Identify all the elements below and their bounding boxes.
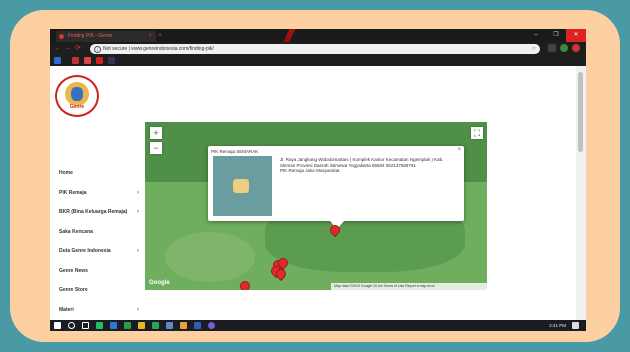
zoom-out-button[interactable]: − bbox=[150, 142, 162, 154]
maximize-button[interactable]: ❐ bbox=[546, 29, 566, 42]
app-icon[interactable] bbox=[208, 322, 215, 329]
tab-bar: Finding PIK - Genre × + – ❐ ✕ bbox=[50, 29, 586, 69]
taskbar-clock[interactable]: 2:41 PM bbox=[549, 320, 566, 331]
map-info-window: PIK Remaja SEMARAK × Jl. Raya Jangkang W… bbox=[208, 146, 464, 229]
security-label: Not secure bbox=[103, 46, 128, 52]
back-icon[interactable]: ← bbox=[54, 43, 61, 55]
browser-window: Finding PIK - Genre × + – ❐ ✕ ← → ⟳ i No… bbox=[50, 29, 586, 331]
chevron-right-icon: › bbox=[137, 248, 139, 254]
sidebar-menu: Home PIK Remaja › BKR (Bina Keluarga Rema… bbox=[59, 170, 139, 326]
info-window-title: PIK Remaja SEMARAK bbox=[211, 149, 259, 154]
notification-icon[interactable] bbox=[572, 322, 579, 329]
folder-icon[interactable] bbox=[180, 322, 187, 329]
apps-icon[interactable] bbox=[54, 57, 61, 64]
menu-item-saka-kencana[interactable]: Saka Kencana bbox=[59, 229, 139, 249]
menu-item-pik-remaja[interactable]: PIK Remaja › bbox=[59, 190, 139, 210]
windows-start-icon[interactable] bbox=[54, 322, 61, 329]
chevron-right-icon: › bbox=[137, 306, 139, 313]
app-icon[interactable] bbox=[152, 322, 159, 329]
windows-taskbar: 2:41 PM bbox=[50, 320, 586, 331]
fullscreen-button[interactable]: ⛶ bbox=[471, 127, 483, 139]
menu-item-home[interactable]: Home bbox=[59, 170, 139, 190]
new-tab-button[interactable]: + bbox=[158, 31, 162, 40]
tab-close-button[interactable]: × bbox=[148, 31, 152, 42]
app-icon[interactable] bbox=[194, 322, 201, 329]
profile-avatar[interactable] bbox=[572, 44, 580, 52]
app-icon[interactable] bbox=[110, 322, 117, 329]
menu-item-duta-genre[interactable]: Duta Genre Indonesia › bbox=[59, 248, 139, 268]
bookmark-icon[interactable] bbox=[72, 57, 79, 64]
chevron-right-icon: › bbox=[137, 189, 139, 196]
info-window-close-button[interactable]: × bbox=[457, 147, 461, 153]
app-icon[interactable] bbox=[166, 322, 173, 329]
chevron-right-icon: › bbox=[137, 209, 139, 215]
page-scrollbar[interactable] bbox=[576, 66, 586, 320]
url-text: www.genreindonesia.com/finding-pik/ bbox=[131, 46, 214, 52]
scrollbar-thumb[interactable] bbox=[578, 72, 583, 152]
app-icon[interactable] bbox=[96, 322, 103, 329]
extension-icon[interactable] bbox=[548, 44, 556, 52]
task-view-icon[interactable] bbox=[82, 322, 89, 329]
genre-logo[interactable]: Genre bbox=[55, 75, 99, 117]
bookmarks-bar bbox=[50, 56, 586, 66]
google-logo: Google bbox=[149, 280, 170, 286]
zoom-in-button[interactable]: + bbox=[150, 127, 162, 139]
menu-item-genre-store[interactable]: Genre Store bbox=[59, 287, 139, 307]
info-icon[interactable]: i bbox=[94, 46, 101, 53]
search-icon[interactable] bbox=[68, 322, 75, 329]
menu-item-genre-news[interactable]: Genre News bbox=[59, 268, 139, 288]
google-map[interactable]: + − ⛶ PIK Remaja SEMARAK × Jl. Raya Jang… bbox=[145, 122, 487, 290]
map-attribution: Map data ©2019 Google 20 km Terms of Use… bbox=[331, 283, 487, 290]
minimize-button[interactable]: – bbox=[526, 29, 546, 42]
tab-title: Finding PIK - Genre bbox=[68, 33, 113, 39]
star-icon[interactable]: ☆ bbox=[532, 44, 536, 54]
browser-toolbar: ← → ⟳ i Not secure | www.genreindonesia.… bbox=[50, 42, 586, 56]
window-controls: – ❐ ✕ bbox=[526, 29, 586, 42]
app-icon[interactable] bbox=[124, 322, 131, 329]
chrome-icon[interactable] bbox=[138, 322, 145, 329]
info-window-address: Jl. Raya Jangkang Widodomartani ( Komple… bbox=[280, 157, 444, 168]
favicon-icon bbox=[59, 34, 64, 39]
extension-icon[interactable] bbox=[560, 44, 568, 52]
bookmark-icon[interactable] bbox=[84, 57, 91, 64]
menu-item-bkr[interactable]: BKR (Bina Keluarga Remaja) › bbox=[59, 209, 139, 229]
bookmark-icon[interactable] bbox=[96, 57, 103, 64]
address-bar[interactable]: i Not secure | www.genreindonesia.com/fi… bbox=[90, 44, 540, 54]
map-marker-icon[interactable] bbox=[237, 278, 253, 290]
info-window-type: PIK Remaja Jalur Masyarakat bbox=[280, 168, 340, 173]
bookmark-icon[interactable] bbox=[108, 57, 115, 64]
location-image bbox=[213, 156, 272, 216]
close-window-button[interactable]: ✕ bbox=[566, 29, 586, 42]
reload-icon[interactable]: ⟳ bbox=[75, 43, 81, 55]
forward-icon[interactable]: → bbox=[64, 43, 71, 55]
browser-tab[interactable]: Finding PIK - Genre × bbox=[56, 31, 156, 42]
